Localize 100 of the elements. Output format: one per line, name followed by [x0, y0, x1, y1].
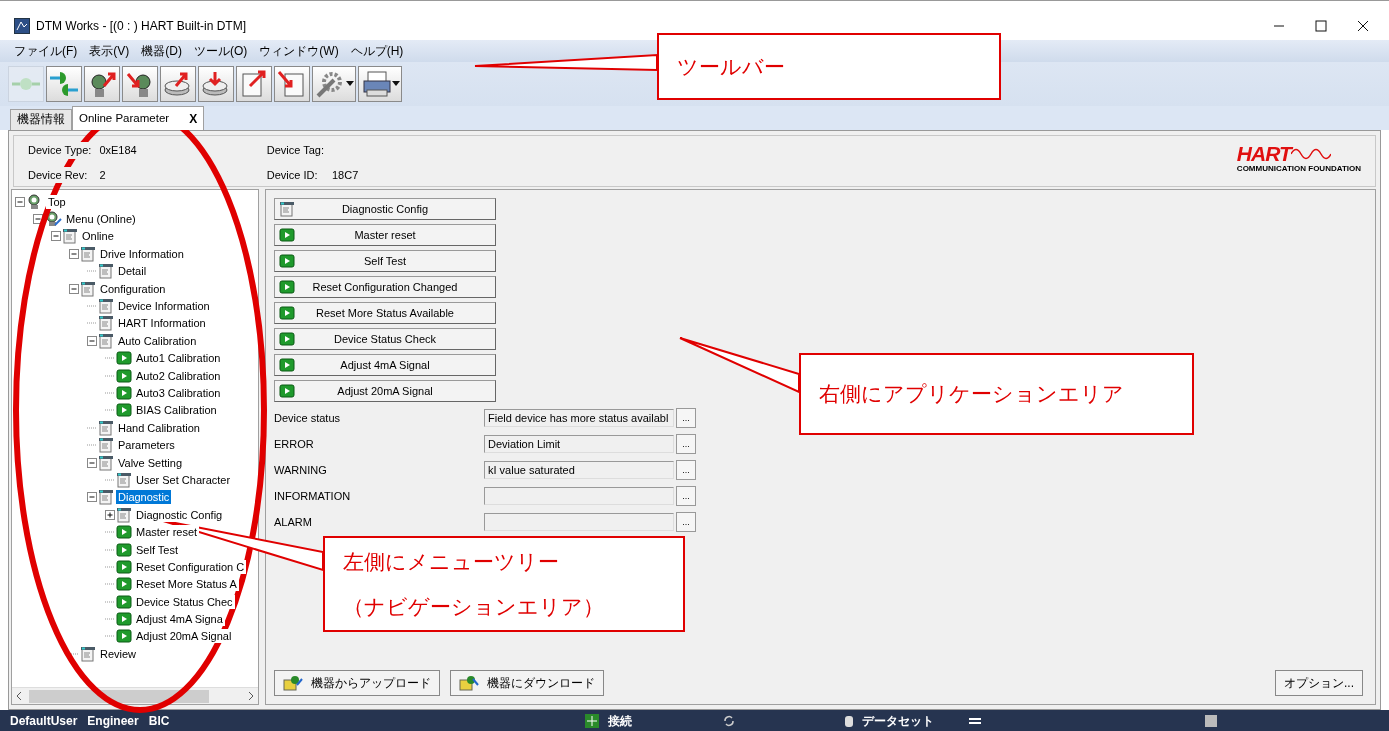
tree-item[interactable]: Diagnostic [116, 490, 172, 505]
maximize-icon[interactable] [1315, 19, 1327, 32]
browse-button[interactable]: ... [676, 486, 696, 506]
callout-text: ツールバー [677, 53, 786, 80]
collapse-icon[interactable] [86, 456, 98, 469]
collapse-icon[interactable] [86, 491, 98, 504]
action-button[interactable]: Adjust 20mA Signal [274, 380, 496, 402]
collapse-icon[interactable] [68, 247, 80, 260]
app-icon [14, 17, 30, 34]
action-button[interactable]: 機器からアップロード [274, 670, 440, 696]
caret-icon [392, 81, 400, 87]
field-label: Device status [274, 410, 342, 426]
tab-close-button[interactable]: X [189, 109, 198, 128]
page-icon [98, 419, 114, 436]
toolbar-button[interactable] [358, 66, 402, 102]
cylinder-icon [844, 713, 855, 728]
play-icon [116, 402, 132, 419]
logo-text: HART [1236, 144, 1291, 164]
field-label: WARNING [274, 462, 328, 478]
callout-text: 右側にアプリケーションエリア [819, 381, 1125, 408]
play-icon [279, 253, 295, 269]
close-icon[interactable] [1357, 19, 1369, 32]
expand-icon[interactable] [104, 508, 116, 521]
menu-item[interactable]: ヘルプ(H) [344, 42, 410, 60]
action-button[interactable]: Reset Configuration Changed [274, 276, 496, 298]
toolbar-button[interactable] [160, 66, 196, 102]
callout-text: 左側にメニューツリー [343, 548, 560, 575]
scroll-right-icon[interactable] [247, 691, 255, 701]
tree-item[interactable]: Adjust 4mA Signa [134, 612, 225, 627]
action-button[interactable]: 機器にダウンロード [450, 670, 604, 696]
tree-item[interactable]: Device Status Chec [134, 594, 235, 609]
play-icon [116, 628, 132, 645]
menu-item[interactable]: ツール(O) [188, 42, 254, 60]
tree-item[interactable]: Adjust 20mA Signal [134, 629, 234, 644]
page-icon [80, 245, 96, 262]
page-icon [98, 489, 114, 506]
toolbar-button[interactable] [236, 66, 272, 102]
status-field[interactable]: kI value saturated [484, 461, 674, 479]
toolbar-button[interactable] [198, 66, 234, 102]
horizontal-scrollbar[interactable] [12, 687, 258, 704]
callout-text: （ナビゲーションエリア） [343, 594, 605, 620]
status-field[interactable]: Field device has more status availabl [484, 409, 674, 427]
play-icon [279, 227, 295, 243]
page-icon [98, 298, 114, 315]
toolbar-button[interactable] [312, 66, 356, 102]
toolbar-button[interactable] [84, 66, 120, 102]
tree-item[interactable]: Auto3 Calibration [134, 386, 223, 400]
tab[interactable]: 機器情報 [10, 109, 72, 130]
caret-icon [346, 81, 354, 87]
play-icon [116, 558, 132, 575]
sync-icon [722, 713, 737, 728]
action-button[interactable]: Master reset [274, 224, 496, 246]
field-label: ERROR [274, 436, 315, 452]
tree-item[interactable]: Menu (Online) [64, 212, 138, 227]
device-folder-icon [459, 675, 479, 691]
page-icon [98, 437, 114, 454]
page-icon [98, 454, 114, 471]
play-icon [279, 279, 295, 295]
play-icon [116, 385, 132, 401]
scroll-left-icon[interactable] [15, 691, 23, 701]
status-field[interactable]: Deviation Limit [484, 435, 674, 453]
browse-button[interactable]: ... [676, 408, 696, 428]
action-button[interactable]: Diagnostic Config [274, 198, 496, 220]
play-icon [279, 331, 295, 347]
action-button[interactable]: オプション... [1275, 670, 1363, 696]
browse-button[interactable]: ... [676, 512, 696, 532]
tree-item[interactable]: Reset Configuration C [134, 559, 247, 574]
field-label: Device Type: [28, 142, 92, 159]
status-field[interactable] [484, 513, 674, 531]
menu-item[interactable]: ファイル(F) [8, 42, 84, 60]
tree-item[interactable]: Top [46, 194, 68, 209]
collapse-icon[interactable] [86, 334, 98, 347]
play-icon [116, 541, 132, 558]
status-field[interactable] [484, 487, 674, 505]
page-icon [279, 201, 295, 217]
dataset-label: データセット [862, 712, 935, 730]
browse-button[interactable]: ... [676, 460, 696, 480]
play-icon [116, 611, 132, 628]
menu-item[interactable]: 機器(D) [135, 42, 188, 60]
action-button[interactable]: Self Test [274, 250, 496, 272]
page-icon [80, 280, 96, 297]
play-icon [279, 305, 295, 321]
tab[interactable]: Online Parameter X [72, 106, 205, 130]
action-button[interactable]: Reset More Status Available [274, 302, 496, 324]
collapse-icon[interactable] [68, 282, 80, 295]
collapse-icon[interactable] [50, 230, 62, 243]
toolbar-button[interactable] [274, 66, 310, 102]
collapse-icon[interactable] [14, 195, 26, 208]
tree-item[interactable]: Reset More Status A [134, 577, 239, 592]
browse-button[interactable]: ... [676, 434, 696, 454]
menu-item[interactable]: ウィンドウ(W) [253, 42, 345, 60]
action-button[interactable]: Adjust 4mA Signal [274, 354, 496, 376]
collapse-icon[interactable] [32, 213, 44, 226]
user-name: DefaultUser [10, 712, 78, 730]
action-button[interactable]: Device Status Check [274, 328, 496, 350]
toolbar-button[interactable] [122, 66, 158, 102]
page-icon [98, 315, 114, 332]
menu-item[interactable]: 表示(V) [83, 42, 136, 60]
toolbar-button[interactable] [46, 66, 82, 102]
play-icon [116, 593, 132, 610]
